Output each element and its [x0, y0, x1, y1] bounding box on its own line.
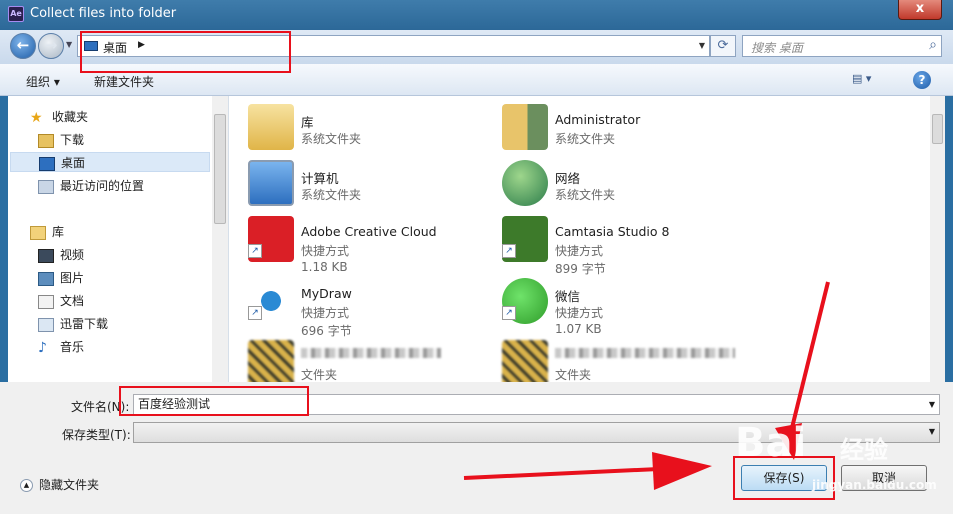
- shortcut-arrow-icon: ↗: [502, 306, 516, 320]
- new-folder-button[interactable]: 新建文件夹: [94, 73, 154, 90]
- file-name: Adobe Creative Cloud: [301, 224, 437, 239]
- sidebar-item-xunlei[interactable]: 迅雷下载: [38, 314, 108, 334]
- sidebar-scrollbar[interactable]: [212, 96, 228, 382]
- after-effects-icon: Ae: [8, 6, 24, 22]
- file-item[interactable]: 文件夹: [230, 336, 470, 382]
- refresh-button[interactable]: ⟳: [710, 35, 736, 57]
- search-placeholder: 搜索 桌面: [751, 41, 803, 55]
- file-size: 1.07 KB: [555, 322, 602, 336]
- sidebar-item-music[interactable]: ♪ 音乐: [38, 337, 84, 357]
- file-type: 文件夹: [301, 368, 338, 382]
- annotation-box-filename: [119, 386, 309, 416]
- file-type: 系统文件夹: [301, 132, 362, 146]
- sidebar-item-libraries[interactable]: 库: [30, 222, 64, 242]
- file-type: 快捷方式: [555, 244, 604, 258]
- chevron-up-icon: ▲: [20, 479, 33, 492]
- save-dialog-window: Ae Collect files into folder x ← → ▼ 桌面 …: [0, 0, 953, 514]
- library-icon: [248, 104, 294, 150]
- title-bar: Ae Collect files into folder x: [0, 0, 953, 30]
- file-item[interactable]: ↗ Adobe Creative Cloud 快捷方式 1.18 KB: [230, 212, 470, 274]
- search-input[interactable]: 搜索 桌面 ⌕: [742, 35, 942, 57]
- sidebar-item-documents[interactable]: 文档: [38, 291, 84, 311]
- window-title: Collect files into folder: [30, 6, 177, 21]
- file-name: MyDraw: [301, 286, 352, 301]
- star-icon: ★: [30, 109, 43, 126]
- computer-icon: [248, 160, 294, 206]
- file-list-scrollbar[interactable]: [930, 96, 945, 382]
- sidebar-item-desktop[interactable]: 桌面: [10, 152, 210, 172]
- file-type: 系统文件夹: [555, 132, 616, 146]
- shortcut-arrow-icon: ↗: [248, 244, 262, 258]
- file-item[interactable]: 库 系统文件夹: [230, 100, 470, 156]
- chevron-down-icon[interactable]: ▼: [929, 395, 935, 414]
- back-button[interactable]: ←: [10, 33, 36, 59]
- file-type: 系统文件夹: [301, 188, 362, 202]
- sidebar-scroll-thumb[interactable]: [214, 114, 226, 224]
- chevron-down-icon[interactable]: ▼: [66, 40, 72, 49]
- file-item[interactable]: 网络 系统文件夹: [484, 156, 724, 212]
- file-item[interactable]: ↗ Camtasia Studio 8 快捷方式 899 字节: [484, 212, 724, 276]
- file-name: 网络: [555, 171, 581, 186]
- sidebar-item-favorites[interactable]: ★ 收藏夹: [30, 107, 88, 127]
- sidebar-item-downloads[interactable]: 下载: [38, 130, 84, 150]
- xunlei-folder-icon: [38, 317, 54, 332]
- recent-places-icon: [38, 179, 54, 194]
- network-icon: [502, 160, 548, 206]
- file-name: Administrator: [555, 112, 641, 127]
- hide-folders-button[interactable]: ▲ 隐藏文件夹: [20, 476, 99, 493]
- video-icon: [38, 248, 54, 263]
- folder-icon: [502, 340, 548, 382]
- browser-pane: ★ 收藏夹 下载 桌面 最近访问的位置 库 视频 图片 文档 迅雷下载 ♪ 音乐…: [8, 96, 945, 382]
- pictures-icon: [38, 271, 54, 286]
- downloads-folder-icon: [38, 133, 54, 148]
- shortcut-arrow-icon: ↗: [502, 244, 516, 258]
- chevron-down-icon[interactable]: ▼: [929, 427, 935, 436]
- cancel-button[interactable]: 取消: [841, 465, 927, 491]
- forward-button[interactable]: →: [38, 33, 64, 59]
- file-list-scroll-thumb[interactable]: [932, 114, 943, 144]
- help-icon[interactable]: ?: [913, 71, 931, 89]
- file-type: 快捷方式: [301, 244, 350, 258]
- close-button[interactable]: x: [898, 0, 942, 20]
- file-type: 系统文件夹: [555, 188, 616, 202]
- redacted-file-name: [555, 348, 735, 358]
- shortcut-arrow-icon: ↗: [248, 306, 262, 320]
- file-name: Camtasia Studio 8: [555, 224, 670, 239]
- folder-icon: [248, 340, 294, 382]
- file-list: 库 系统文件夹 Administrator 系统文件夹 计算机 系统文件夹 网络…: [230, 96, 930, 382]
- library-icon: [30, 225, 46, 240]
- search-icon[interactable]: ⌕: [929, 37, 937, 53]
- file-type: 快捷方式: [555, 306, 604, 320]
- sidebar-item-recent[interactable]: 最近访问的位置: [38, 176, 144, 196]
- address-dropdown-icon[interactable]: ▼: [699, 41, 705, 50]
- music-note-icon: ♪: [38, 339, 47, 356]
- file-name: 微信: [555, 289, 581, 304]
- desktop-icon: [39, 156, 55, 171]
- annotation-box-save: [733, 456, 835, 500]
- filetype-select[interactable]: ▼: [133, 422, 940, 443]
- file-name: 计算机: [301, 171, 339, 186]
- sidebar-item-videos[interactable]: 视频: [38, 245, 84, 265]
- user-folder-icon: [502, 104, 548, 150]
- sidebar-item-pictures[interactable]: 图片: [38, 268, 84, 288]
- view-options-button[interactable]: ▤ ▾: [852, 72, 892, 88]
- redacted-file-name: [301, 348, 441, 358]
- file-name: 库: [301, 115, 314, 130]
- navigation-sidebar: ★ 收藏夹 下载 桌面 最近访问的位置 库 视频 图片 文档 迅雷下载 ♪ 音乐: [8, 96, 229, 382]
- annotation-box-address: [80, 31, 291, 73]
- file-size: 1.18 KB: [301, 260, 348, 274]
- filetype-label: 保存类型(T):: [62, 428, 131, 442]
- file-item[interactable]: ↗ MyDraw 快捷方式 696 字节: [230, 274, 470, 338]
- file-item[interactable]: 文件夹: [484, 336, 735, 382]
- file-item[interactable]: 计算机 系统文件夹: [230, 156, 470, 212]
- organize-button[interactable]: 组织 ▾: [26, 73, 60, 90]
- file-item[interactable]: Administrator 系统文件夹: [484, 100, 724, 156]
- documents-icon: [38, 294, 54, 309]
- file-item[interactable]: ↗ 微信 快捷方式 1.07 KB: [484, 274, 724, 336]
- file-type: 快捷方式: [301, 306, 350, 320]
- file-type: 文件夹: [555, 368, 592, 382]
